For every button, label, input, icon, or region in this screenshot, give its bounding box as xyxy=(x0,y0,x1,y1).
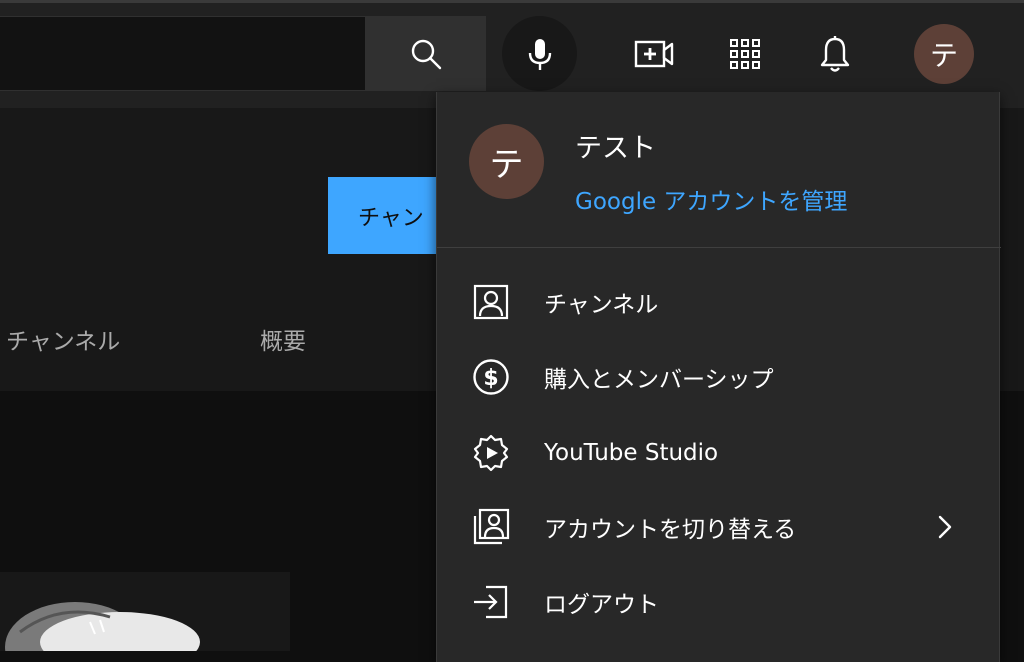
menu-item-sign-out[interactable]: ログアウト xyxy=(437,572,1001,632)
switch-account-icon xyxy=(471,507,511,547)
video-create-icon xyxy=(634,40,674,68)
search-input[interactable] xyxy=(0,16,366,91)
menu-item-label: チャンネル xyxy=(544,292,659,318)
menu-item-label: アカウントを切り替える xyxy=(544,517,797,543)
menu-item-label: YouTube Studio xyxy=(544,440,719,466)
apps-button[interactable] xyxy=(715,24,775,84)
studio-gear-icon xyxy=(471,433,511,473)
voice-search-button[interactable] xyxy=(502,16,577,91)
account-avatar-button[interactable]: テ xyxy=(914,24,974,84)
thumbnail-illustration xyxy=(5,602,200,651)
create-button[interactable] xyxy=(624,24,684,84)
menu-item-switch-account[interactable]: アカウントを切り替える xyxy=(437,497,1001,557)
person-icon xyxy=(471,282,511,322)
video-thumbnail[interactable] xyxy=(0,572,290,651)
manage-google-account-link[interactable]: Google アカウントを管理 xyxy=(575,182,847,216)
menu-avatar: テ xyxy=(469,124,544,199)
menu-item-channel[interactable]: チャンネル xyxy=(437,272,1001,332)
menu-item-purchases[interactable]: $ 購入とメンバーシップ xyxy=(437,347,1001,407)
menu-item-label: ログアウト xyxy=(544,592,659,618)
tab-about[interactable]: 概要 xyxy=(260,322,306,356)
svg-text:$: $ xyxy=(483,366,498,391)
tab-channel[interactable]: チャンネル xyxy=(6,322,120,356)
menu-item-youtube-studio[interactable]: YouTube Studio xyxy=(437,423,1001,483)
notifications-button[interactable] xyxy=(805,24,865,84)
dollar-circle-icon: $ xyxy=(471,357,511,397)
sign-out-icon xyxy=(471,582,511,622)
apps-grid-icon xyxy=(730,39,760,69)
window-edge xyxy=(0,0,1024,3)
menu-item-label: 購入とメンバーシップ xyxy=(544,367,774,393)
user-name: テスト xyxy=(575,133,656,164)
mic-icon xyxy=(528,38,551,70)
menu-divider xyxy=(437,247,1001,248)
search-icon xyxy=(411,39,442,69)
chevron-right-icon xyxy=(933,507,957,547)
bell-icon xyxy=(820,36,850,72)
search-button[interactable] xyxy=(366,16,486,91)
account-menu: テ テスト Google アカウントを管理 チャンネル $ 購入とメンバーシップ xyxy=(436,92,1001,662)
